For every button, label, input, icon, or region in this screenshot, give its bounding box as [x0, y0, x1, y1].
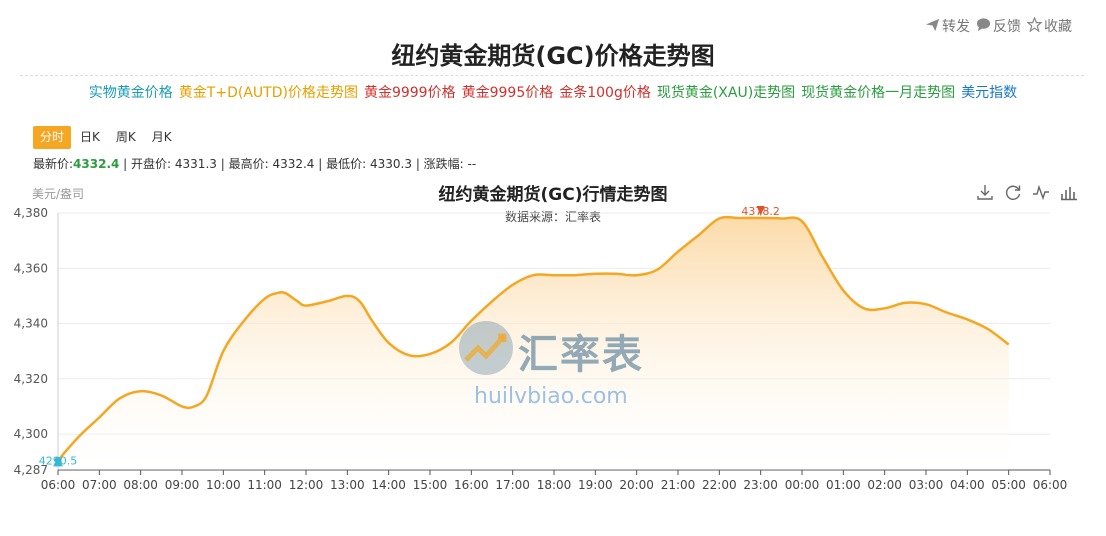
y-tick-label: 4,320	[14, 372, 48, 386]
x-tick-label: 00:00	[785, 478, 820, 492]
x-tick-label: 07:00	[82, 478, 117, 492]
x-tick-label: 06:00	[1033, 478, 1068, 492]
x-tick-label: 09:00	[165, 478, 200, 492]
x-tick-label: 16:00	[454, 478, 489, 492]
x-tick-label: 19:00	[578, 478, 613, 492]
x-tick-label: 15:00	[413, 478, 448, 492]
y-tick-label: 4,300	[14, 427, 48, 441]
max-price-label: 4378.2	[741, 205, 780, 218]
x-tick-label: 11:00	[247, 478, 282, 492]
watermark-logo-icon	[459, 321, 513, 375]
x-tick-label: 02:00	[867, 478, 902, 492]
x-tick-label: 03:00	[909, 478, 944, 492]
x-tick-label: 23:00	[743, 478, 778, 492]
x-tick-label: 06:00	[41, 478, 76, 492]
x-tick-label: 13:00	[330, 478, 365, 492]
x-tick-label: 10:00	[206, 478, 241, 492]
x-tick-label: 12:00	[289, 478, 324, 492]
x-tick-label: 17:00	[495, 478, 530, 492]
max-price-marker: 4378.2	[741, 205, 780, 218]
watermark-text: 汇率表	[518, 332, 644, 378]
x-tick-label: 18:00	[537, 478, 572, 492]
price-chart: 4,2874,3004,3204,3404,3604,38006:00 07:00…	[14, 205, 1068, 492]
y-tick-label: 4,360	[14, 261, 48, 275]
y-tick-label: 4,380	[14, 206, 48, 220]
watermark-url: huilvbiao.com	[474, 384, 628, 409]
x-tick-label: 14:00	[371, 478, 406, 492]
x-tick-label: 08:00	[123, 478, 158, 492]
x-tick-label: 22:00	[702, 478, 737, 492]
x-tick-label: 21:00	[661, 478, 696, 492]
min-price-label: 4290.5	[39, 454, 78, 467]
x-tick-label: 01:00	[826, 478, 861, 492]
min-price-marker: 4290.5	[39, 454, 78, 467]
x-tick-label: 04:00	[950, 478, 985, 492]
x-tick-label: 05:00	[991, 478, 1026, 492]
x-tick-label: 20:00	[619, 478, 654, 492]
y-tick-label: 4,340	[14, 317, 48, 331]
